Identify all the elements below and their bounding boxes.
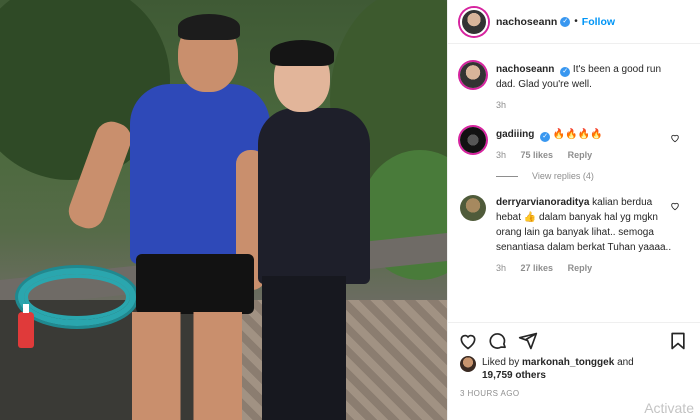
author-username[interactable]: nachoseann <box>496 16 557 28</box>
verified-badge-icon: ✓ <box>560 16 571 27</box>
liker-username[interactable]: markonah_tonggek <box>522 357 614 368</box>
person-right-pants <box>262 276 346 420</box>
likes-connector: and <box>617 357 634 368</box>
commenter-username[interactable]: derryarvianoraditya <box>496 197 589 208</box>
post-photo[interactable] <box>0 0 447 420</box>
view-replies-label[interactable]: View replies (4) <box>532 171 594 181</box>
comment-icon[interactable] <box>488 331 508 351</box>
caption: nachoseann ✓ It's been a good run dad. G… <box>448 52 700 113</box>
comment-likes[interactable]: 75 likes <box>521 150 554 160</box>
commenter-avatar[interactable] <box>460 62 486 88</box>
commenter-username[interactable]: gadiiing <box>496 129 534 140</box>
verified-badge-icon: ✓ <box>560 67 571 77</box>
garden-hose <box>18 268 136 326</box>
reply-button[interactable]: Reply <box>568 263 593 273</box>
comment-time[interactable]: 3h <box>496 263 506 273</box>
verified-badge-icon: ✓ <box>540 132 551 142</box>
post-timestamp[interactable]: 3 HOURS AGO <box>460 389 520 398</box>
person-right-hair <box>270 40 334 66</box>
heart-icon[interactable] <box>458 331 478 351</box>
commenter-avatar[interactable] <box>460 195 486 221</box>
comment-body: derryarvianoraditya kalian berdua hebat … <box>496 195 674 276</box>
comment-text: 🔥🔥🔥🔥 <box>552 129 603 140</box>
reply-button[interactable]: Reply <box>568 150 593 160</box>
author-avatar[interactable] <box>460 7 488 36</box>
post-header: nachoseann ✓ • Follow <box>448 0 700 44</box>
comment-meta: 3h 75 likes Reply <box>496 148 674 163</box>
os-activation-watermark: Activate <box>644 400 694 416</box>
comment-item: gadiiing ✓ 🔥🔥🔥🔥 3h 75 likes Reply <box>448 113 700 163</box>
view-replies[interactable]: View replies (4) <box>496 171 700 181</box>
bookmark-icon[interactable] <box>668 331 688 351</box>
likes-count[interactable]: 19,759 others <box>482 370 546 381</box>
comment-time[interactable]: 3h <box>496 150 506 160</box>
likes-summary: Liked by markonah_tonggek and 19,759 oth… <box>460 356 634 382</box>
comments-list[interactable]: nachoseann ✓ It's been a good run dad. G… <box>448 52 700 320</box>
comment-likes[interactable]: 27 likes <box>521 263 554 273</box>
comment-item: derryarvianoraditya kalian berdua hebat … <box>448 181 700 276</box>
comment-meta: 3h 27 likes Reply <box>496 261 674 276</box>
likes-text: Liked by markonah_tonggek and 19,759 oth… <box>482 356 634 382</box>
person-left-hair <box>178 14 240 40</box>
comment-time[interactable]: 3h <box>496 100 506 110</box>
commenter-username[interactable]: nachoseann <box>496 64 554 75</box>
comment-heart-icon[interactable] <box>670 201 680 211</box>
post-actions <box>448 322 700 358</box>
liker-avatar[interactable] <box>460 356 476 372</box>
comment-meta: 3h <box>496 98 674 113</box>
likes-prefix: Liked by <box>482 357 520 368</box>
person-left-shorts <box>136 254 254 314</box>
replies-divider <box>496 175 518 177</box>
separator-dot: • <box>574 16 578 27</box>
person-left-legs <box>132 312 242 420</box>
commenter-avatar[interactable] <box>460 127 486 153</box>
post-sidebar: nachoseann ✓ • Follow nachoseann ✓ It's … <box>447 0 700 420</box>
comment-body: nachoseann ✓ It's been a good run dad. G… <box>496 62 674 113</box>
follow-button[interactable]: Follow <box>582 16 615 28</box>
person-right-jacket <box>258 108 370 284</box>
paper-plane-icon[interactable] <box>518 331 538 351</box>
comment-heart-icon[interactable] <box>670 133 680 143</box>
red-bottle <box>18 304 34 348</box>
comment-body: gadiiing ✓ 🔥🔥🔥🔥 3h 75 likes Reply <box>496 127 674 163</box>
